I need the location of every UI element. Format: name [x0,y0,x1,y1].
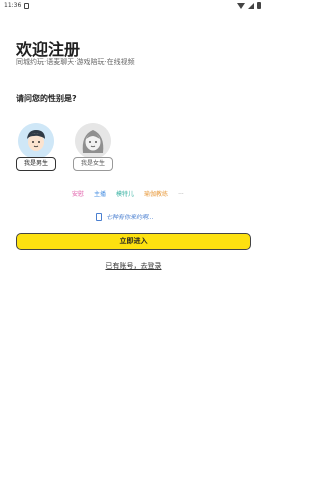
female-label: 我是女生 [73,157,113,171]
page-subtitle: 同城约玩·语麦聊天·游戏陪玩·在线视频 [16,58,135,66]
sim-card-icon [24,2,30,9]
male-option[interactable]: 我是男生 [14,123,58,171]
tag-item[interactable]: 主播 [94,189,106,198]
male-avatar-icon [18,123,54,159]
enter-now-button[interactable]: 立即进入 [16,233,251,250]
document-icon [96,212,102,221]
status-bar: 11:36 [0,0,267,12]
status-left: 11:36 [4,2,30,9]
tag-item[interactable]: 模特儿 [116,189,134,198]
tag-item[interactable]: 安慰 [72,189,84,198]
tag-item[interactable]: 瑜伽教练 [144,189,168,198]
female-avatar-icon [75,123,111,159]
signal-icon [248,2,254,9]
tag-item: ... [178,189,184,196]
status-time: 11:36 [4,2,22,9]
login-link[interactable]: 已有账号，去登录 [0,261,267,271]
status-right [237,2,261,9]
wifi-icon [237,2,245,9]
battery-icon [257,2,261,9]
tag-list: 安慰 主播 模特儿 瑜伽教练 ... [72,189,184,198]
gender-question: 请问您的性别是? [16,94,77,103]
notice: 七种有你来约啊... [96,212,154,221]
male-label: 我是男生 [16,157,56,171]
female-option[interactable]: 我是女生 [71,123,115,171]
notice-text: 七种有你来约啊... [106,214,154,221]
